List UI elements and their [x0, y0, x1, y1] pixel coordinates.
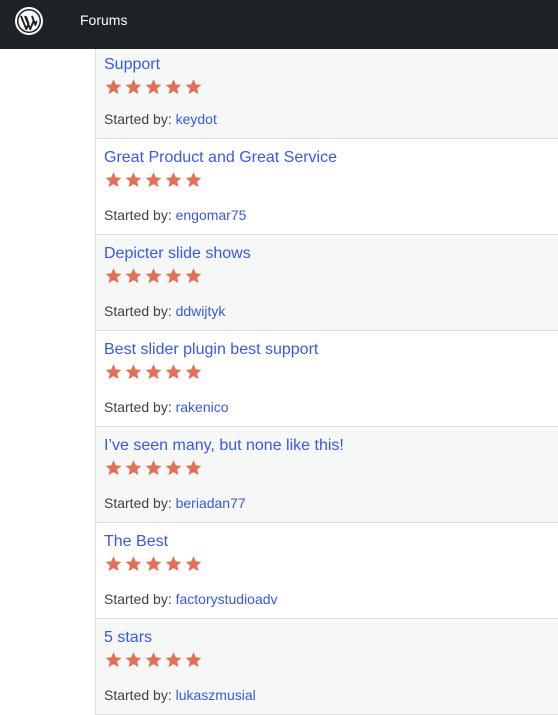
- review-title-link[interactable]: 5 stars: [104, 629, 152, 647]
- star-icon: [105, 364, 122, 380]
- star-icon: [145, 652, 162, 668]
- review-item: Great Product and Great Service Started …: [96, 139, 558, 235]
- star-icon: [105, 652, 122, 668]
- star-icon: [165, 79, 182, 95]
- star-icon: [145, 556, 162, 572]
- author-link[interactable]: rakenico: [176, 399, 229, 415]
- star-icon: [185, 556, 202, 572]
- review-meta: Started by: ddwijtyk: [104, 303, 225, 319]
- star-icon: [165, 268, 182, 284]
- star-icon: [185, 460, 202, 476]
- review-meta: Started by: rakenico: [104, 399, 229, 415]
- star-icon: [145, 268, 162, 284]
- review-title-link[interactable]: Best slider plugin best support: [104, 341, 318, 359]
- review-item: Support Started by: keydot: [96, 49, 558, 139]
- star-icon: [165, 652, 182, 668]
- star-icon: [165, 556, 182, 572]
- star-icon: [145, 364, 162, 380]
- review-meta: Started by: beriadan77: [104, 495, 246, 511]
- started-by-label: Started by:: [104, 495, 176, 511]
- star-icon: [125, 172, 142, 188]
- star-icon: [125, 268, 142, 284]
- star-rating: [104, 170, 203, 190]
- star-icon: [125, 79, 142, 95]
- wordpress-logo-icon[interactable]: [15, 7, 43, 35]
- star-rating: [104, 650, 203, 670]
- author-link[interactable]: beriadan77: [176, 495, 246, 511]
- star-icon: [105, 460, 122, 476]
- star-icon: [145, 79, 162, 95]
- star-icon: [125, 460, 142, 476]
- review-meta: Started by: keydot: [104, 111, 217, 127]
- review-title-link[interactable]: Great Product and Great Service: [104, 149, 337, 167]
- nav-forums-link[interactable]: Forums: [80, 0, 127, 40]
- author-link[interactable]: keydot: [176, 111, 217, 127]
- star-icon: [185, 79, 202, 95]
- started-by-label: Started by:: [104, 111, 176, 127]
- review-meta: Started by: lukaszmusial: [104, 687, 256, 703]
- review-title-link[interactable]: I’ve seen many, but none like this!: [104, 437, 344, 455]
- star-icon: [125, 364, 142, 380]
- author-link[interactable]: engomar75: [176, 207, 247, 223]
- review-meta: Started by: factorystudioadv: [104, 591, 278, 607]
- star-rating: [104, 458, 203, 478]
- started-by-label: Started by:: [104, 687, 176, 703]
- review-title-link[interactable]: Support: [104, 56, 160, 74]
- review-title-link[interactable]: The Best: [104, 533, 168, 551]
- star-icon: [105, 172, 122, 188]
- started-by-label: Started by:: [104, 207, 176, 223]
- star-rating: [104, 362, 203, 382]
- author-link[interactable]: lukaszmusial: [176, 687, 256, 703]
- star-rating: [104, 77, 203, 97]
- star-icon: [165, 460, 182, 476]
- star-icon: [105, 79, 122, 95]
- review-item: The Best Started by: factorystudioadv: [96, 523, 558, 619]
- review-list: Support Started by: keydot Great Product…: [95, 49, 558, 715]
- star-icon: [165, 172, 182, 188]
- star-rating: [104, 554, 203, 574]
- started-by-label: Started by:: [104, 399, 176, 415]
- star-icon: [185, 364, 202, 380]
- review-title-link[interactable]: Depicter slide shows: [104, 245, 251, 263]
- star-icon: [125, 652, 142, 668]
- author-link[interactable]: ddwijtyk: [176, 303, 226, 319]
- star-icon: [145, 172, 162, 188]
- star-icon: [125, 556, 142, 572]
- star-icon: [185, 268, 202, 284]
- star-rating: [104, 266, 203, 286]
- star-icon: [105, 556, 122, 572]
- review-item: 5 stars Started by: lukaszmusial: [96, 619, 558, 715]
- star-icon: [165, 364, 182, 380]
- review-item: Best slider plugin best support Started …: [96, 331, 558, 427]
- review-item: I’ve seen many, but none like this! Star…: [96, 427, 558, 523]
- top-bar: Forums: [0, 0, 558, 49]
- review-item: Depicter slide shows Started by: ddwijty…: [96, 235, 558, 331]
- review-meta: Started by: engomar75: [104, 207, 246, 223]
- started-by-label: Started by:: [104, 591, 176, 607]
- star-icon: [185, 652, 202, 668]
- star-icon: [145, 460, 162, 476]
- author-link[interactable]: factorystudioadv: [176, 591, 278, 607]
- star-icon: [105, 268, 122, 284]
- star-icon: [185, 172, 202, 188]
- started-by-label: Started by:: [104, 303, 176, 319]
